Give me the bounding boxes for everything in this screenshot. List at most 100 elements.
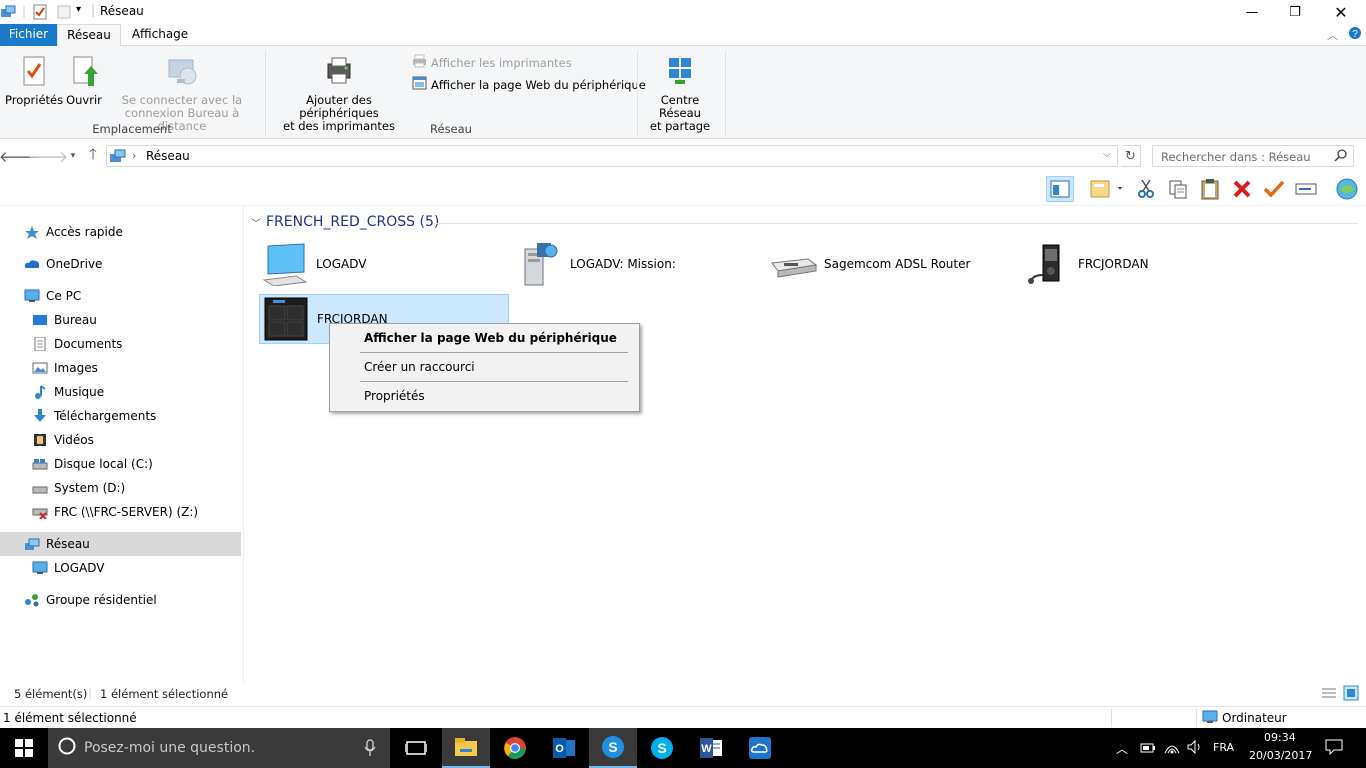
network-item-router[interactable]: Sagemcom ADSL Router: [767, 239, 1017, 289]
menu-item-create-shortcut[interactable]: Créer un raccourci: [332, 356, 637, 378]
ribbon-separator: [637, 50, 638, 136]
computer-icon: [24, 289, 40, 303]
status-separator: |: [88, 686, 92, 700]
clock-date[interactable]: 20/03/2017: [1249, 749, 1312, 762]
nav-item-desktop[interactable]: Bureau: [0, 308, 241, 332]
details-view-icon[interactable]: [1321, 687, 1337, 702]
nav-item-downloads[interactable]: Téléchargements: [0, 404, 241, 428]
forward-button[interactable]: 🡒: [28, 146, 68, 166]
taskbar-outlook[interactable]: O: [540, 728, 588, 768]
tab-file[interactable]: Fichier: [0, 24, 57, 46]
taskbar: Posez-moi une question. O S S W ︿ FRA 09…: [0, 728, 1366, 768]
nav-item-music[interactable]: Musique: [0, 380, 241, 404]
delete-icon[interactable]: [1228, 176, 1256, 202]
nav-item-homegroup[interactable]: Groupe résidentiel: [0, 588, 241, 612]
cortana-search-box[interactable]: Posez-moi une question.: [48, 728, 390, 768]
open-button[interactable]: Ouvrir: [64, 54, 104, 107]
close-button[interactable]: ✕: [1318, 0, 1364, 24]
remote-desktop-icon: [165, 54, 199, 88]
address-dropdown-icon[interactable]: ⌵: [1103, 149, 1111, 160]
menu-item-view-webpage[interactable]: Afficher la page Web du périphérique: [332, 327, 637, 349]
properties-button[interactable]: Propriétés: [5, 54, 63, 107]
taskbar-skype-business[interactable]: S: [589, 728, 637, 768]
collapse-ribbon-icon[interactable]: ︿: [1327, 27, 1338, 43]
show-hidden-icons-icon[interactable]: ︿: [1116, 740, 1128, 757]
network-location-icon: [109, 148, 127, 167]
volume-icon[interactable]: [1187, 739, 1203, 757]
search-input[interactable]: Rechercher dans : Réseau: [1152, 145, 1354, 167]
address-bar[interactable]: › Réseau ⌵: [106, 145, 1118, 167]
microphone-icon[interactable]: [364, 739, 376, 761]
recent-locations-button[interactable]: ▾: [63, 146, 83, 166]
paste-icon[interactable]: [1196, 176, 1224, 202]
cortana-icon: [58, 737, 76, 759]
network-item-logadv[interactable]: LOGADV: [259, 239, 509, 289]
help-icon[interactable]: ?: [1348, 26, 1362, 43]
preview-pane-button[interactable]: [1046, 176, 1074, 202]
copy-icon[interactable]: [1164, 176, 1192, 202]
network-center-icon: [665, 54, 695, 88]
quick-access-dropdown-icon[interactable]: ▾: [76, 4, 81, 15]
nav-item-images[interactable]: Images: [0, 356, 241, 380]
menu-item-properties[interactable]: Propriétés: [332, 385, 637, 407]
rename-icon[interactable]: [1292, 176, 1320, 202]
show-webpage-button[interactable]: Afficher la page Web du périphérique: [412, 76, 646, 93]
network-folder-icon: [0, 4, 16, 23]
tab-network[interactable]: Réseau: [57, 24, 121, 47]
power-icon[interactable]: [1140, 741, 1156, 758]
nav-label-quick-access: Accès rapide: [46, 225, 123, 239]
input-language[interactable]: FRA: [1213, 741, 1234, 754]
wifi-icon[interactable]: [1164, 740, 1180, 757]
maximize-button[interactable]: ❐: [1272, 0, 1318, 24]
start-button[interactable]: [0, 728, 48, 768]
properties-check-icon[interactable]: [1260, 176, 1288, 202]
show-printers-button[interactable]: Afficher les imprimantes: [412, 54, 572, 71]
nav-item-documents[interactable]: Documents: [0, 332, 241, 356]
taskbar-word[interactable]: W: [687, 728, 735, 768]
zone-label: Ordinateur: [1222, 711, 1287, 725]
view-options-icon[interactable]: [1085, 176, 1129, 202]
cut-icon[interactable]: [1132, 176, 1160, 202]
nav-label-network: Réseau: [46, 537, 90, 551]
media-server-icon: [513, 241, 565, 287]
refresh-button[interactable]: ↻: [1121, 145, 1141, 167]
nav-label-this-pc: Ce PC: [46, 289, 82, 303]
minimize-button[interactable]: —: [1229, 0, 1275, 24]
taskbar-skype[interactable]: S: [638, 728, 686, 768]
nav-item-local-disk[interactable]: Disque local (C:): [0, 452, 241, 476]
nav-item-system[interactable]: System (D:): [0, 476, 241, 500]
task-view-button[interactable]: [392, 728, 440, 768]
nav-item-logadv[interactable]: LOGADV: [0, 556, 241, 580]
nav-item-onedrive[interactable]: OneDrive: [0, 252, 241, 276]
large-icons-view-icon[interactable]: [1343, 685, 1359, 704]
nav-item-quick-access[interactable]: Accès rapide: [0, 220, 241, 244]
taskbar-onedrive[interactable]: [736, 728, 784, 768]
up-button[interactable]: 🡑: [83, 145, 103, 166]
show-printers-label: Afficher les imprimantes: [431, 55, 572, 70]
details-selected: 1 élément sélectionné: [3, 711, 137, 725]
globe-icon[interactable]: [1333, 176, 1361, 202]
network-center-label-2: et partage: [649, 119, 711, 133]
nav-item-network-drive[interactable]: FRC (\\FRC-SERVER) (Z:): [0, 500, 241, 524]
network-center-button[interactable]: Centre Réseau et partage: [640, 54, 720, 133]
notifications-icon[interactable]: [1325, 739, 1343, 758]
group-header-line: [433, 223, 1358, 224]
group-header[interactable]: ﹀ FRENCH_RED_CROSS (5): [251, 214, 439, 230]
tab-view[interactable]: Affichage: [121, 24, 199, 46]
nav-item-videos[interactable]: Vidéos: [0, 428, 241, 452]
clock-time[interactable]: 09:34: [1264, 731, 1296, 744]
toolbar-icons: [0, 172, 1366, 206]
nav-item-this-pc[interactable]: Ce PC: [0, 284, 241, 308]
network-item-media-server[interactable]: LOGADV: Mission:: [513, 239, 763, 289]
downloads-icon: [32, 409, 48, 423]
properties-quick-icon[interactable]: [33, 4, 47, 23]
star-icon: [24, 225, 40, 239]
new-folder-quick-icon[interactable]: [57, 4, 71, 23]
taskbar-chrome[interactable]: [491, 728, 539, 768]
breadcrumb-network[interactable]: Réseau: [146, 149, 190, 163]
network-item-media-player[interactable]: FRCJORDAN: [1021, 239, 1271, 289]
taskbar-file-explorer[interactable]: [442, 728, 490, 768]
item-label: Sagemcom ADSL Router: [824, 257, 971, 271]
back-button[interactable]: 🡐: [0, 146, 39, 166]
nav-item-network[interactable]: Réseau: [0, 532, 241, 556]
